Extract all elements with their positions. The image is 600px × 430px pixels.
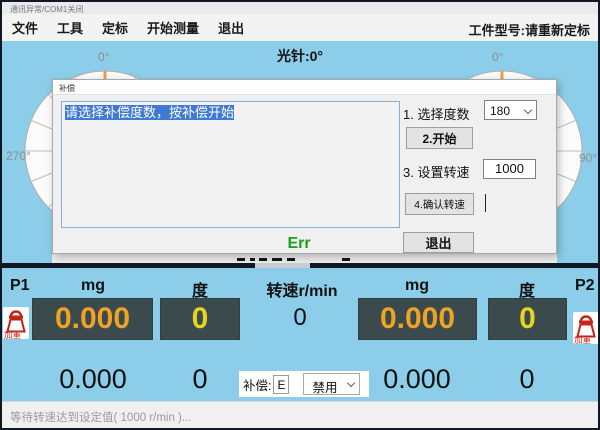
chevron-down-icon [524, 106, 532, 114]
menu-exit[interactable]: 退出 [218, 18, 244, 37]
p2-label: P2 [575, 277, 595, 295]
dialog-message: 请选择补偿度数，按补偿开始 [65, 105, 234, 120]
error-status: Err [287, 235, 310, 253]
confirm-speed-button[interactable]: 4.确认转速 [405, 193, 474, 215]
p2-mg-display: 0.000 [358, 298, 477, 340]
left-dial-zero-label: 0° [98, 50, 109, 64]
chevron-down-icon [347, 379, 355, 387]
p2-mg-header: mg [405, 277, 429, 295]
dialog-titlebar[interactable]: 补偿 [53, 80, 556, 95]
p2-degree-secondary: 0 [519, 364, 534, 395]
degree-value: 180 [490, 104, 510, 118]
p2-mg-secondary: 0.000 [383, 364, 451, 395]
step1-label: 1. 选择度数 [403, 104, 469, 123]
menu-start-measure[interactable]: 开始测量 [147, 18, 199, 37]
p1-mg-display: 0.000 [32, 298, 153, 340]
menu-bar: 文件 工具 定标 开始测量 退出 工件型号:请重新定标 [2, 14, 598, 41]
dialog-title: 补偿 [59, 83, 75, 94]
window-titlebar[interactable]: 通讯异常/COM1关闭 [2, 2, 598, 14]
add-weight-icon-p2: 加重 [573, 312, 599, 344]
background-peek [52, 254, 557, 263]
status-text: 等待转速达到设定值( 1000 r/min )... [10, 409, 191, 425]
speed-header: 转速r/min [266, 277, 337, 301]
menu-file[interactable]: 文件 [12, 18, 38, 37]
speed-display: 0 [293, 304, 306, 332]
compensation-mode-field[interactable]: E [273, 375, 289, 394]
workpiece-model-label: 工件型号:请重新定标 [469, 20, 590, 39]
start-button[interactable]: 2.开始 [406, 127, 473, 149]
text-cursor [485, 194, 486, 212]
speed-input[interactable]: 1000 [483, 159, 536, 179]
step3-label: 3. 设置转速 [403, 162, 469, 181]
p1-mg-header: mg [81, 277, 105, 295]
p1-degree-secondary: 0 [192, 364, 207, 395]
p1-mg-secondary: 0.000 [59, 364, 127, 395]
compensation-control: 补偿: E 禁用 [239, 371, 369, 397]
add-weight-icon-p1: 加重 [3, 307, 29, 339]
right-dial-zero-label: 0° [492, 50, 503, 64]
p2-degree-display: 0 [488, 298, 567, 340]
status-bar: 等待转速达到设定值( 1000 r/min )... [2, 401, 598, 428]
p1-label: P1 [10, 277, 30, 295]
degree-select[interactable]: 180 [484, 100, 537, 120]
compensation-select-value: 禁用 [312, 377, 337, 396]
compensation-dialog: 补偿 请选择补偿度数，按补偿开始 1. 选择度数 180 2.开始 3. 设置转… [52, 79, 557, 254]
menu-calibrate[interactable]: 定标 [102, 18, 128, 37]
right-dial-90-label: 90° [579, 151, 597, 165]
compensation-label: 补偿: [243, 375, 271, 394]
left-dial-270-label: 270° [6, 149, 31, 163]
compensation-select[interactable]: 禁用 [303, 373, 360, 395]
message-box[interactable]: 请选择补偿度数，按补偿开始 [61, 101, 400, 228]
application-window: 通讯异常/COM1关闭 文件 工具 定标 开始测量 退出 工件型号:请重新定标 … [0, 0, 600, 430]
dial-area: 光针:0° 0° 270° 0° 90° 补偿 [2, 41, 598, 263]
add-weight-text: 加重 [4, 330, 22, 339]
light-pointer-label: 光针:0° [2, 46, 598, 66]
measurement-panel: P1 mg 度 转速r/min mg 度 P2 加重 0.000 0 0 0.0… [2, 268, 598, 401]
p1-degree-display: 0 [160, 298, 240, 340]
add-weight-text: 加重 [574, 335, 592, 344]
dialog-exit-button[interactable]: 退出 [403, 232, 474, 253]
menu-tools[interactable]: 工具 [57, 18, 83, 37]
